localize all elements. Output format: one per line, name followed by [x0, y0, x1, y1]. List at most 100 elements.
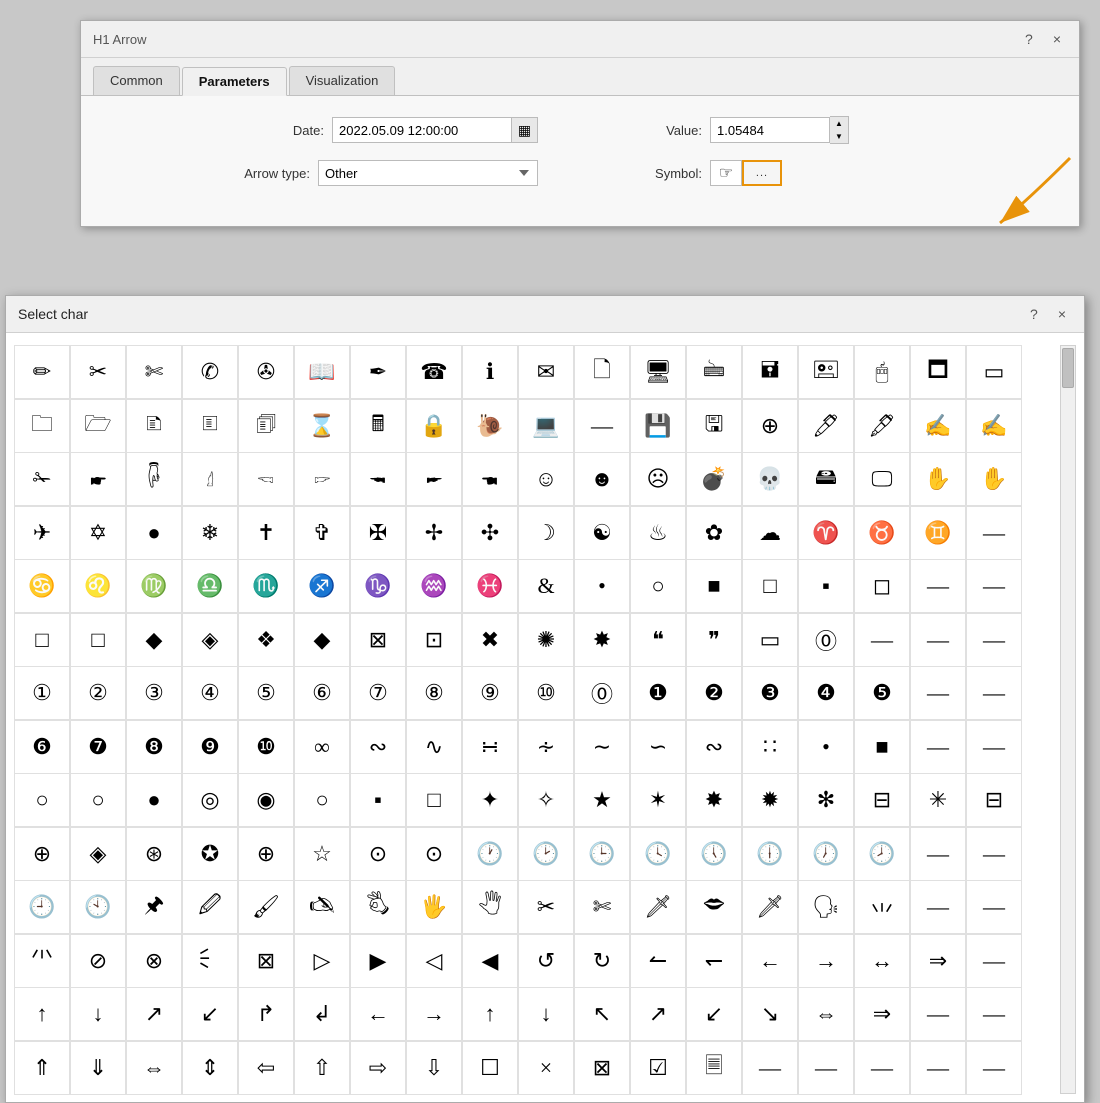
char-cell[interactable]: ☎	[406, 345, 462, 399]
char-cell[interactable]: ❹	[798, 666, 854, 720]
char-cell[interactable]: 🖎	[294, 880, 350, 934]
char-cell[interactable]: 🕕	[742, 827, 798, 881]
tab-parameters[interactable]: Parameters	[182, 67, 287, 96]
char-cell[interactable]: ♊	[910, 506, 966, 560]
char-cell[interactable]: ◎	[182, 773, 238, 827]
char-cell[interactable]: ✝	[238, 506, 294, 560]
char-cell[interactable]: 🗣	[798, 880, 854, 934]
char-cell[interactable]: ⊕	[742, 399, 798, 453]
char-cell[interactable]: 🖉	[182, 880, 238, 934]
char-cell[interactable]: ☺	[518, 452, 574, 506]
char-cell[interactable]: 💀	[742, 452, 798, 506]
char-cell[interactable]: 🖘	[238, 452, 294, 506]
char-cell[interactable]: ⇒	[910, 934, 966, 988]
char-cell[interactable]: —	[910, 666, 966, 720]
char-cell[interactable]: ⊛	[126, 827, 182, 881]
char-cell[interactable]: ∷	[742, 720, 798, 774]
char-cell[interactable]: 🕐	[462, 827, 518, 881]
char-cell[interactable]: 🗋	[574, 345, 630, 399]
char-cell[interactable]: 🐌	[462, 399, 518, 453]
char-cell[interactable]: ◀	[462, 934, 518, 988]
char-cell[interactable]: ✿	[686, 506, 742, 560]
char-cell[interactable]: ↽	[686, 934, 742, 988]
char-cell[interactable]: ♏	[238, 559, 294, 613]
char-cell[interactable]: □	[14, 613, 70, 667]
char-cell[interactable]: 🖈	[126, 880, 182, 934]
char-cell[interactable]: 🖟	[126, 452, 182, 506]
char-cell[interactable]: 🗧	[182, 934, 238, 988]
char-cell[interactable]: ▶	[350, 934, 406, 988]
char-cell[interactable]: ❸	[742, 666, 798, 720]
tab-common[interactable]: Common	[93, 66, 180, 95]
char-cell[interactable]: 🕖	[798, 827, 854, 881]
char-cell[interactable]: ✏	[14, 345, 70, 399]
char-cell[interactable]: ♓	[462, 559, 518, 613]
char-cell[interactable]: ✄	[574, 880, 630, 934]
char-cell[interactable]: ■	[686, 559, 742, 613]
char-cell[interactable]: ✂	[70, 345, 126, 399]
char-cell[interactable]: ←	[350, 987, 406, 1041]
char-cell[interactable]: ⇔	[798, 987, 854, 1041]
char-cell[interactable]: □	[406, 773, 462, 827]
help-button[interactable]: ?	[1019, 29, 1039, 49]
char-cell[interactable]: 🗀	[14, 399, 70, 453]
char-cell[interactable]: ↑	[14, 987, 70, 1041]
char-cell[interactable]: ○	[14, 773, 70, 827]
char-cell[interactable]: ●	[126, 506, 182, 560]
char-cell[interactable]: ⊙	[406, 827, 462, 881]
char-cell[interactable]: —	[910, 827, 966, 881]
char-cell[interactable]: 🕗	[854, 827, 910, 881]
char-cell[interactable]: ☻	[574, 452, 630, 506]
char-cell[interactable]: ✸	[686, 773, 742, 827]
char-cell[interactable]: ∽	[630, 720, 686, 774]
char-cell[interactable]: ⊟	[966, 773, 1022, 827]
char-cell[interactable]: ✳	[910, 773, 966, 827]
char-cell[interactable]: —	[854, 613, 910, 667]
scrollbar[interactable]	[1060, 345, 1076, 1094]
char-cell[interactable]: ♎	[182, 559, 238, 613]
char-cell[interactable]: ⓪	[574, 666, 630, 720]
char-cell[interactable]: ⑧	[406, 666, 462, 720]
char-cell[interactable]: —	[910, 720, 966, 774]
char-cell[interactable]: ❻	[14, 720, 70, 774]
char-cell[interactable]: —	[742, 1041, 798, 1095]
char-cell[interactable]: ⑥	[294, 666, 350, 720]
char-cell[interactable]: 🖱	[854, 345, 910, 399]
char-cell[interactable]: 🖐	[406, 880, 462, 934]
char-cell[interactable]: 🗡	[630, 880, 686, 934]
char-cell[interactable]: ⇕	[182, 1041, 238, 1095]
spinner-up[interactable]: ▲	[830, 117, 848, 130]
char-cell[interactable]: ⑨	[462, 666, 518, 720]
char-cell[interactable]: ↲	[294, 987, 350, 1041]
char-cell[interactable]: 🗈	[126, 399, 182, 453]
char-cell[interactable]: 🖙	[294, 452, 350, 506]
char-cell[interactable]: 🖫	[686, 399, 742, 453]
selectchar-close-button[interactable]: ×	[1052, 304, 1072, 324]
char-cell[interactable]: ⌛	[294, 399, 350, 453]
char-cell[interactable]: ↑	[462, 987, 518, 1041]
char-cell[interactable]: ⇓	[70, 1041, 126, 1095]
char-cell[interactable]: 🕔	[686, 827, 742, 881]
char-cell[interactable]: ⇨	[350, 1041, 406, 1095]
char-cell[interactable]: ⇑	[14, 1041, 70, 1095]
symbol-button[interactable]: ...	[742, 160, 782, 186]
char-cell[interactable]: 🖮	[686, 345, 742, 399]
spinner-down[interactable]: ▼	[830, 130, 848, 143]
char-cell[interactable]: ℹ	[462, 345, 518, 399]
char-cell[interactable]: ⊘	[70, 934, 126, 988]
char-cell[interactable]: ◆	[126, 613, 182, 667]
char-cell[interactable]: ◻	[854, 559, 910, 613]
char-cell[interactable]: 🖋	[854, 399, 910, 453]
char-cell[interactable]: ✹	[742, 773, 798, 827]
char-cell[interactable]: 🖴	[798, 452, 854, 506]
char-cell[interactable]: ◆	[294, 613, 350, 667]
char-cell[interactable]: ❺	[854, 666, 910, 720]
char-cell[interactable]: ⑤	[238, 666, 294, 720]
value-input[interactable]	[710, 117, 830, 143]
char-cell[interactable]: ❝	[630, 613, 686, 667]
char-cell[interactable]: &	[518, 559, 574, 613]
char-cell[interactable]: ✧	[518, 773, 574, 827]
char-cell[interactable]: —	[966, 666, 1022, 720]
char-cell[interactable]: ♑	[350, 559, 406, 613]
char-cell[interactable]: •	[574, 559, 630, 613]
